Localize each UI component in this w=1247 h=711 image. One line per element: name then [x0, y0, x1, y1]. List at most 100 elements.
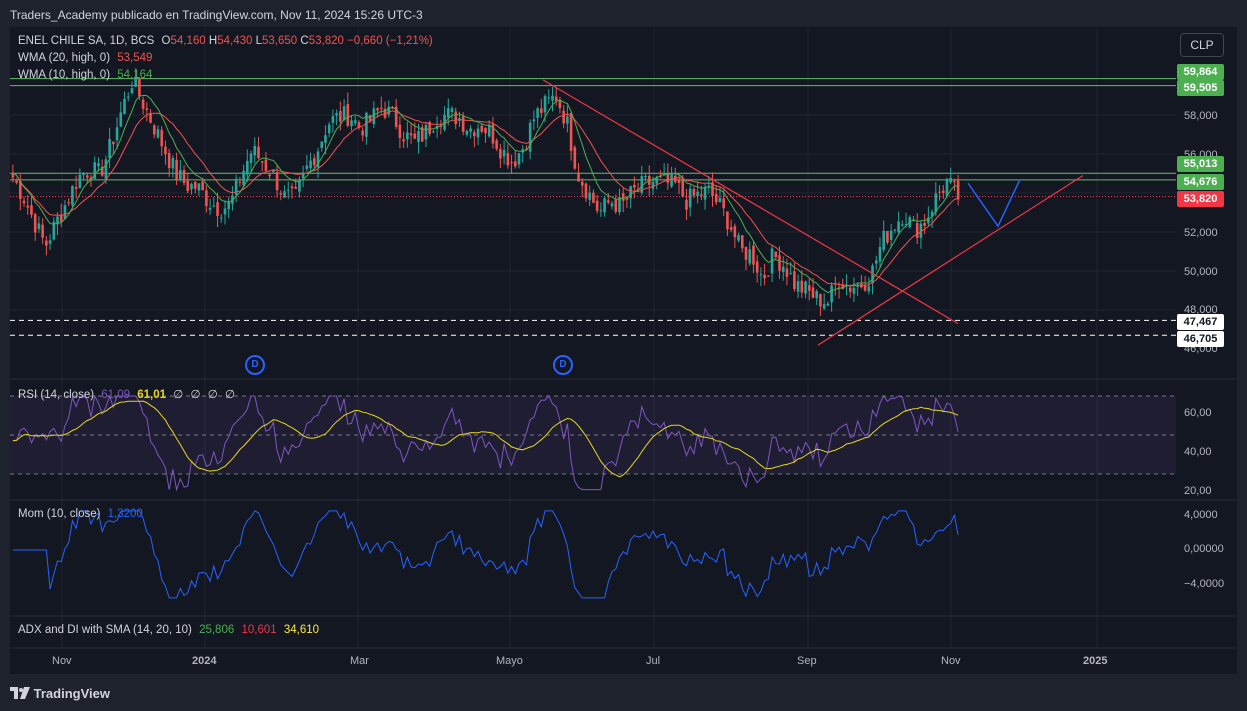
candle-body: [461, 116, 465, 132]
candle-body: [551, 95, 554, 101]
candle-body: [778, 255, 781, 271]
currency-button[interactable]: CLP: [1180, 33, 1224, 57]
wma20-legend[interactable]: WMA (20, high, 0) 53,549: [18, 52, 156, 64]
dividend-marker[interactable]: D: [553, 355, 573, 375]
candle-body: [495, 140, 498, 150]
candle-body: [450, 108, 454, 112]
rsi-tick: 60,00: [1184, 407, 1212, 419]
rsi-tick: 20,00: [1184, 485, 1212, 497]
candle-body: [804, 281, 807, 294]
candle-body: [633, 184, 636, 188]
candle-body: [554, 96, 558, 101]
candle-body: [607, 200, 610, 203]
tradingview-logo[interactable]: TradingView: [10, 686, 110, 701]
candle-body: [115, 127, 119, 141]
candle-body: [205, 190, 208, 207]
high-value: 54,430: [217, 35, 253, 47]
rsi-pane: [10, 394, 1176, 492]
candle-body: [752, 245, 755, 265]
candle-body: [573, 147, 577, 169]
wma10-value: 54,164: [117, 69, 153, 81]
mom-value: 1,3200: [107, 508, 143, 520]
candle-body: [63, 205, 67, 219]
candle-body: [740, 235, 744, 249]
candle-body: [722, 198, 725, 209]
candle-body: [104, 159, 108, 179]
candle-body: [179, 170, 182, 181]
candle-body: [603, 198, 606, 213]
candle-body: [807, 285, 811, 291]
candle-body: [238, 182, 242, 184]
rsi-legend[interactable]: RSI (14, close) 61,09 61,01 ∅ ∅ ∅ ∅: [18, 387, 239, 401]
candle-body: [212, 205, 216, 207]
candle-body: [763, 274, 766, 279]
candle-body: [327, 124, 331, 134]
momentum-pane: [12, 510, 959, 599]
candle-body: [208, 207, 212, 210]
candle-body: [953, 180, 956, 182]
adx-di-value: 10,601: [241, 624, 277, 636]
open-value: 54,160: [170, 35, 206, 47]
rsi-null-4: ∅: [224, 389, 235, 401]
candle-body: [85, 175, 89, 178]
candle-body: [152, 125, 156, 135]
candle-body: [882, 230, 886, 250]
candle-body: [811, 287, 815, 298]
candle-body: [37, 223, 41, 229]
candle-body: [781, 266, 785, 272]
grid-lines: [10, 28, 1176, 648]
trend-drawings: [542, 79, 1084, 346]
tradingview-logo-icon: [10, 687, 30, 699]
candle-body: [893, 229, 897, 231]
candle-body: [577, 172, 580, 182]
symbol-label: ENEL CHILE SA, 1D, BCS: [18, 35, 155, 47]
candle-body: [22, 200, 26, 204]
candle-body: [532, 119, 536, 122]
candle-body: [182, 170, 186, 183]
candle-body: [476, 128, 480, 138]
dividend-marker[interactable]: D: [245, 355, 265, 375]
wma10-legend[interactable]: WMA (10, high, 0) 54,164: [18, 69, 156, 81]
candle-body: [510, 162, 513, 164]
momentum-line: [12, 510, 959, 599]
open-label: O: [161, 35, 171, 47]
candle-body: [480, 125, 484, 132]
candle-body: [696, 191, 699, 197]
candle-body: [145, 108, 149, 111]
candle-body: [487, 125, 491, 137]
main-legend[interactable]: ENEL CHILE SA, 1D, BCS O54,160 H54,430 L…: [18, 35, 437, 47]
candle-body: [164, 146, 167, 155]
candle-body: [800, 280, 804, 293]
chart-canvas[interactable]: [0, 0, 1247, 711]
candle-body: [886, 230, 889, 243]
candle-body: [339, 111, 342, 122]
candle-body: [387, 106, 391, 115]
rsi-null-1: ∅: [173, 389, 184, 401]
adx-legend[interactable]: ADX and DI with SMA (14, 20, 10) 25,806 …: [18, 624, 323, 636]
mom-tick: 4,0000: [1184, 509, 1218, 521]
wma10-label: WMA (10, high, 0): [18, 69, 111, 81]
candle-body: [677, 180, 681, 183]
candle-body: [733, 226, 737, 238]
mom-legend[interactable]: Mom (10, close) 1,3200: [18, 508, 147, 520]
candle-body: [97, 162, 100, 167]
horizontal-levels: [10, 78, 1176, 336]
candle-body: [945, 178, 949, 197]
price-label: 59,864: [1177, 64, 1224, 80]
candle-body: [528, 122, 532, 152]
candle-body: [409, 133, 413, 136]
candle-body: [119, 112, 123, 127]
candle-body: [547, 97, 551, 99]
candle-body: [584, 183, 588, 199]
tradingview-brand: TradingView: [33, 686, 110, 701]
rsi-null-3: ∅: [207, 389, 218, 401]
candles: [11, 68, 960, 317]
close-label: C: [300, 35, 309, 47]
candle-body: [353, 120, 357, 124]
candle-body: [331, 116, 335, 123]
candle-body: [108, 139, 111, 158]
candle-body: [249, 153, 253, 163]
candle-body: [193, 181, 197, 189]
time-tick: Nov: [941, 655, 961, 667]
candle-body: [580, 181, 584, 186]
